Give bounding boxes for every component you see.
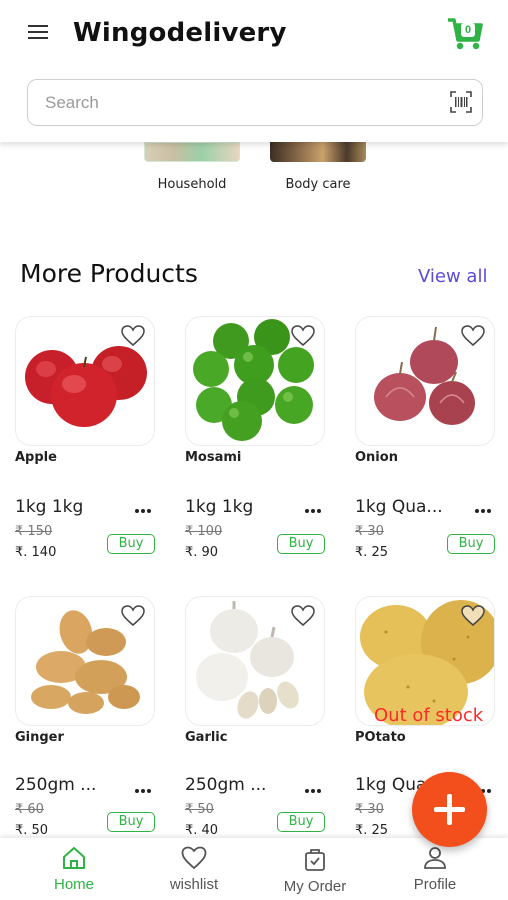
product-mrp: ₹ 30 (355, 524, 384, 539)
app-header: Wingodelivery 0 (0, 0, 508, 142)
barcode-scan-button[interactable] (450, 91, 472, 113)
product-quantity: 1kg 1kg (15, 497, 84, 517)
more-options-icon[interactable] (475, 500, 497, 513)
product-price: ₹. 50 (15, 823, 49, 838)
category-label: Body care (285, 177, 351, 192)
product-price: ₹. 25 (355, 823, 389, 838)
nav-profile[interactable]: Profile (380, 846, 490, 893)
app-title: Wingodelivery (73, 18, 287, 48)
product-price: ₹. 140 (15, 545, 57, 560)
buy-button[interactable]: Buy (277, 534, 325, 554)
wishlist-heart-icon[interactable] (291, 325, 315, 347)
search-input[interactable] (45, 92, 425, 114)
wishlist-heart-icon[interactable] (291, 605, 315, 627)
wishlist-heart-icon[interactable] (121, 325, 145, 347)
nav-label: wishlist (169, 876, 219, 893)
user-icon (424, 847, 446, 869)
cart-count-badge: 0 (461, 23, 475, 37)
section-title: More Products (20, 259, 198, 288)
product-card[interactable]: Ginger 250gm ... ₹ 60 ₹. 50 Buy (15, 596, 165, 856)
product-mrp: ₹ 50 (185, 802, 214, 817)
buy-button[interactable]: Buy (107, 812, 155, 832)
buy-button[interactable]: Buy (107, 534, 155, 554)
product-quantity: 1kg 1kg (185, 497, 254, 517)
category-label: Household (157, 177, 227, 192)
wishlist-heart-icon[interactable] (461, 605, 485, 627)
bottom-navigation: Home wishlist My Order Profile (0, 838, 508, 900)
buy-button[interactable]: Buy (277, 812, 325, 832)
product-mrp: ₹ 150 (15, 524, 53, 539)
product-name: Mosami (185, 450, 242, 465)
product-quantity: 1kg Qua... (355, 497, 443, 517)
nav-wishlist[interactable]: wishlist (139, 846, 249, 893)
more-options-icon[interactable] (305, 500, 327, 513)
product-quantity: 250gm ... (15, 775, 97, 795)
product-card[interactable]: Garlic 250gm ... ₹ 50 ₹. 40 Buy (185, 596, 335, 856)
search-bar (27, 79, 483, 126)
wishlist-heart-icon[interactable] (461, 325, 485, 347)
product-name: Garlic (185, 730, 228, 745)
product-card[interactable]: Apple 1kg 1kg ₹ 150 ₹. 140 Buy (15, 316, 165, 576)
product-name: Onion (355, 450, 398, 465)
nav-home[interactable]: Home (19, 846, 129, 893)
bag-icon (305, 849, 325, 871)
product-name: Ginger (15, 730, 64, 745)
product-price: ₹. 90 (185, 545, 219, 560)
more-options-icon[interactable] (305, 780, 327, 793)
product-price: ₹. 40 (185, 823, 219, 838)
product-card[interactable]: Mosami 1kg 1kg ₹ 100 ₹. 90 Buy (185, 316, 335, 576)
product-name: Apple (15, 450, 57, 465)
more-options-icon[interactable] (135, 500, 157, 513)
wishlist-heart-icon[interactable] (121, 605, 145, 627)
product-price: ₹. 25 (355, 545, 389, 560)
product-quantity: 250gm ... (185, 775, 267, 795)
buy-button[interactable]: Buy (447, 534, 495, 554)
product-mrp: ₹ 60 (15, 802, 44, 817)
barcode-scan-icon (450, 91, 472, 113)
product-card[interactable]: Onion 1kg Qua... ₹ 30 ₹. 25 Buy (355, 316, 505, 576)
home-icon (63, 847, 85, 869)
view-all-link[interactable]: View all (418, 266, 487, 287)
nav-label: Home (53, 876, 94, 893)
product-mrp: ₹ 100 (185, 524, 223, 539)
category-image (270, 142, 366, 162)
nav-label: My Order (283, 878, 347, 895)
nav-my-order[interactable]: My Order (260, 846, 370, 895)
product-mrp: ₹ 30 (355, 802, 384, 817)
category-household[interactable]: Household (142, 142, 242, 192)
heart-icon (181, 846, 207, 870)
add-fab-button[interactable] (412, 772, 487, 847)
category-body-care[interactable]: Body care (268, 142, 368, 192)
plus-icon-vertical (447, 794, 452, 825)
more-options-icon[interactable] (135, 780, 157, 793)
category-image (144, 142, 240, 162)
cart-button[interactable]: 0 (446, 16, 484, 52)
nav-label: Profile (413, 876, 457, 893)
product-name: POtato (355, 730, 406, 745)
menu-icon[interactable] (28, 25, 50, 43)
out-of-stock-label: Out of stock (374, 705, 484, 726)
